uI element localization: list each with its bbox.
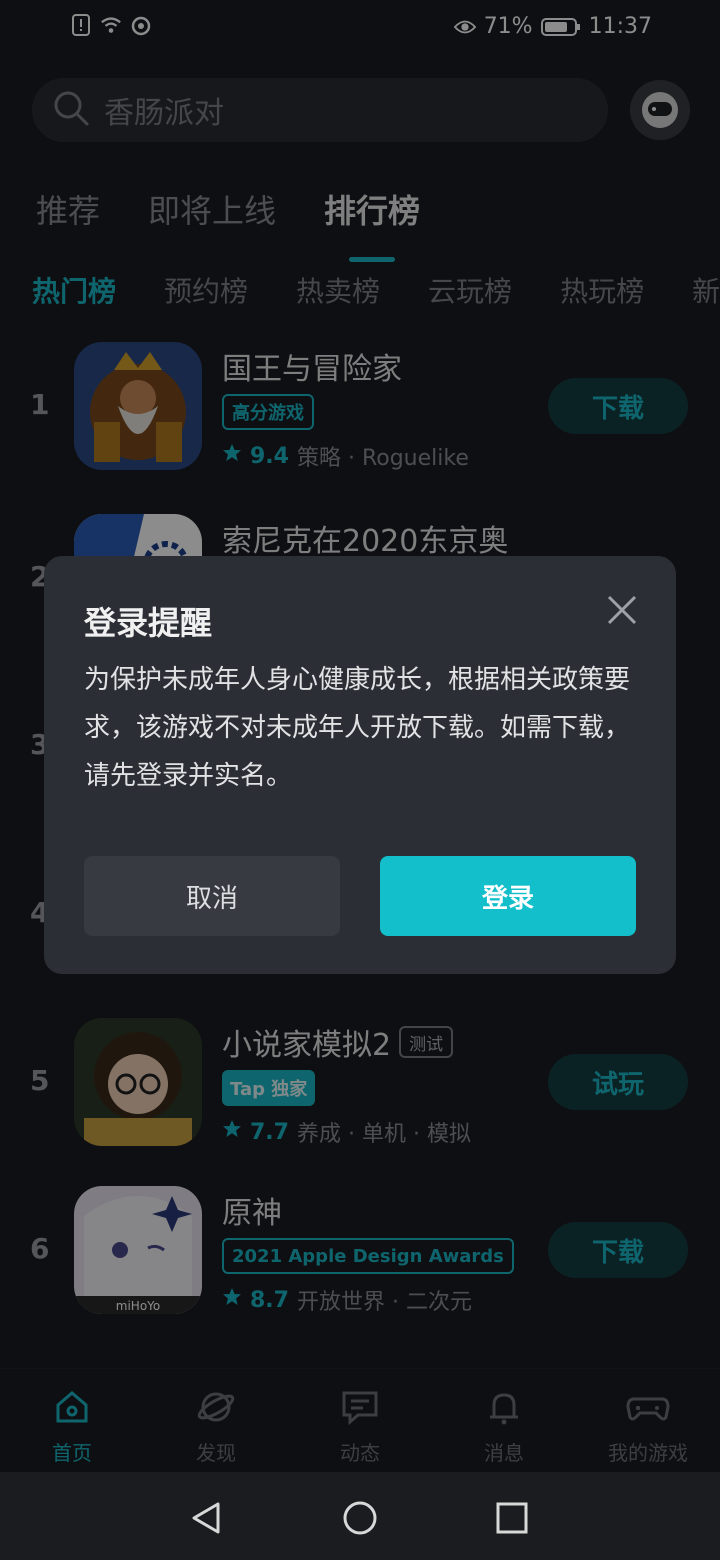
- dialog-title: 登录提醒: [84, 604, 213, 642]
- close-icon[interactable]: [606, 594, 638, 626]
- home-circle-icon[interactable]: [342, 1500, 378, 1536]
- back-icon[interactable]: [188, 1500, 224, 1536]
- recents-icon[interactable]: [494, 1500, 530, 1536]
- cancel-button[interactable]: 取消: [84, 856, 340, 936]
- system-nav-bar: [0, 1472, 720, 1560]
- dialog-message: 为保护未成年人身心健康成长，根据相关政策要求，该游戏不对未成年人开放下载。如需下…: [84, 665, 631, 791]
- login-button[interactable]: 登录: [380, 856, 636, 936]
- login-reminder-dialog: 登录提醒 为保护未成年人身心健康成长，根据相关政策要求，该游戏不对未成年人开放下…: [44, 556, 676, 974]
